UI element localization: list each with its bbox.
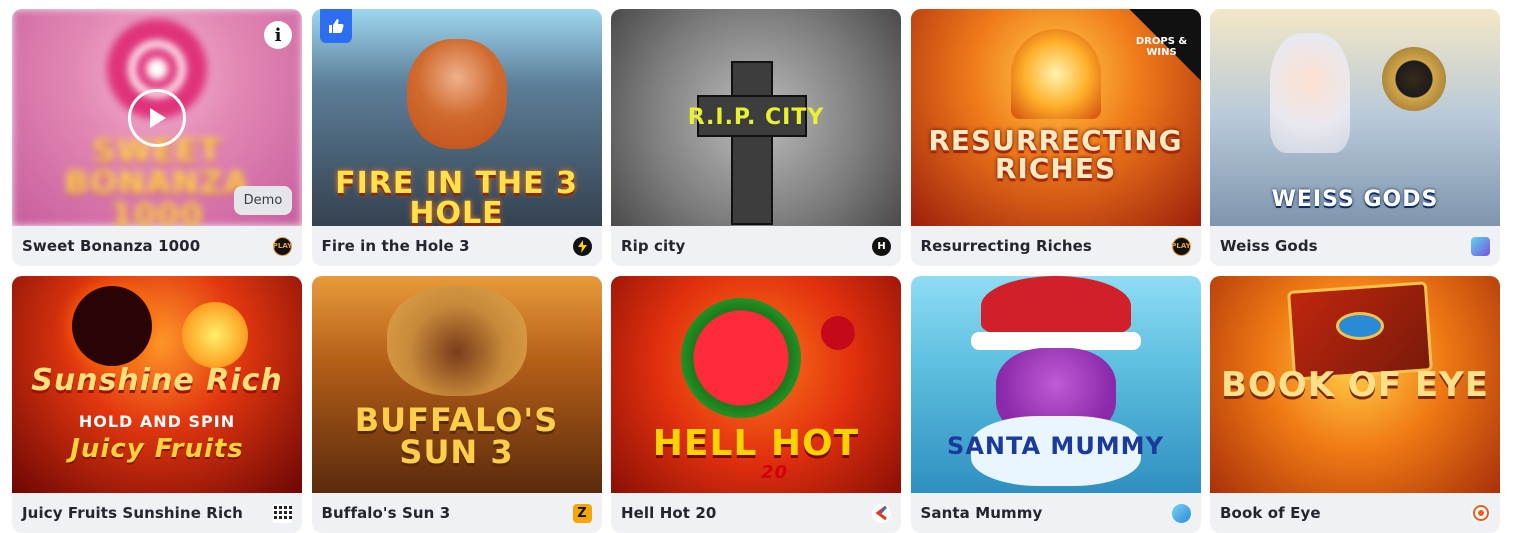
game-card-fire-in-the-hole-3[interactable]: FIRE IN THE 3 HOLE Fire in the Hole 3 <box>311 9 602 266</box>
leaf-icon <box>1171 503 1191 523</box>
game-card-hell-hot-20[interactable]: HELL HOT 20 Hell Hot 20 <box>611 276 901 533</box>
grid-dots-icon <box>273 503 292 523</box>
art-title: R.I.P. CITY <box>687 105 825 130</box>
game-name: Rip city <box>621 237 686 255</box>
game-name: Juicy Fruits Sunshine Rich <box>22 504 243 522</box>
game-name: Book of Eye <box>1220 504 1321 522</box>
game-thumbnail[interactable]: R.I.P. CITY <box>611 9 901 226</box>
game-thumbnail[interactable]: BUFFALO'S SUN 3 <box>311 276 602 493</box>
game-footer: Santa Mummy <box>911 493 1201 533</box>
art-subtitle-2: Juicy Fruits <box>70 434 244 464</box>
game-name: Weiss Gods <box>1220 237 1318 255</box>
thumbnail-art: R.I.P. CITY <box>611 9 901 226</box>
game-footer: Juicy Fruits Sunshine Rich <box>12 493 302 533</box>
play-icon <box>150 108 166 128</box>
thumbnail-art: HELL HOT 20 <box>611 276 901 493</box>
game-card-book-of-eye[interactable]: BOOK OF EYE Book of Eye <box>1210 276 1500 533</box>
game-name: Fire in the Hole 3 <box>321 237 470 255</box>
game-footer: Fire in the Hole 3 <box>312 226 602 266</box>
game-card-rip-city[interactable]: R.I.P. CITY Rip city H <box>611 9 901 266</box>
game-footer: Weiss Gods <box>1210 226 1500 266</box>
game-name: Buffalo's Sun 3 <box>321 504 451 522</box>
demo-button[interactable]: Demo <box>234 186 292 215</box>
art-title: HELL HOT <box>652 423 860 464</box>
game-thumbnail[interactable]: SANTA MUMMY <box>910 276 1201 493</box>
play-n-go-icon: PLAY <box>273 236 292 256</box>
game-footer: Sweet Bonanza 1000 PLAY <box>12 226 302 266</box>
hacksaw-icon: H <box>872 236 891 256</box>
thumbnail-art: WEISS GODS <box>1210 9 1500 226</box>
lightning-icon <box>572 236 592 256</box>
game-card-santa-mummy[interactable]: SANTA MUMMY Santa Mummy <box>910 276 1201 533</box>
play-n-go-icon: PLAY <box>1171 236 1191 256</box>
art-title: BOOK OF EYE <box>1221 365 1489 405</box>
art-title: BUFFALO'S SUN 3 <box>354 401 559 471</box>
thumbnail-art: Sunshine Rich HOLD AND SPIN Juicy Fruits <box>12 276 302 493</box>
thumbs-up-icon <box>328 19 344 33</box>
game-thumbnail[interactable]: Sunshine Rich HOLD AND SPIN Juicy Fruits <box>12 276 302 493</box>
game-name: Resurrecting Riches <box>920 237 1092 255</box>
game-name: Hell Hot 20 <box>621 504 717 522</box>
like-badge <box>319 9 352 43</box>
layers-icon <box>1471 236 1490 256</box>
art-title: RESURRECTING RICHES <box>928 124 1183 185</box>
game-footer: Buffalo's Sun 3 Z <box>312 493 602 533</box>
play-button[interactable] <box>128 89 186 147</box>
game-thumbnail[interactable]: FIRE IN THE 3 HOLE <box>311 9 602 227</box>
art-title: FIRE IN THE 3 HOLE <box>335 166 578 227</box>
game-thumbnail[interactable]: SWEET BONANZA 1000 i Demo <box>12 9 302 226</box>
info-icon[interactable]: i <box>264 21 292 49</box>
game-card-resurrecting-riches[interactable]: RESURRECTING RICHES DROPS & WINS Resurre… <box>910 9 1201 266</box>
game-card-buffalos-sun-3[interactable]: BUFFALO'S SUN 3 Buffalo's Sun 3 Z <box>311 276 602 533</box>
game-name: Santa Mummy <box>920 504 1043 522</box>
art-title: Sunshine Rich <box>31 363 283 398</box>
game-thumbnail[interactable]: HELL HOT 20 <box>611 276 901 493</box>
art-title: WEISS GODS <box>1271 187 1439 212</box>
art-subtitle: 20 <box>761 462 789 483</box>
z-icon: Z <box>572 503 592 523</box>
drops-and-wins-badge: DROPS & WINS <box>1128 9 1201 81</box>
game-thumbnail[interactable]: BOOK OF EYE <box>1210 276 1500 493</box>
game-thumbnail[interactable]: WEISS GODS <box>1210 9 1500 226</box>
endorphina-icon <box>872 503 891 523</box>
art-title: SANTA MUMMY <box>947 432 1164 460</box>
games-grid: SWEET BONANZA 1000 i Demo Sweet Bonanza … <box>12 9 1500 533</box>
game-footer: Resurrecting Riches PLAY <box>911 226 1201 266</box>
badge-label: DROPS & WINS <box>1135 36 1188 58</box>
art-subtitle: HOLD AND SPIN <box>78 412 236 431</box>
game-footer: Book of Eye <box>1210 493 1500 533</box>
game-name: Sweet Bonanza 1000 <box>22 237 201 255</box>
game-footer: Hell Hot 20 <box>611 493 901 533</box>
game-thumbnail[interactable]: RESURRECTING RICHES DROPS & WINS <box>910 9 1201 226</box>
game-footer: Rip city H <box>611 226 901 266</box>
game-card-weiss-gods[interactable]: WEISS GODS Weiss Gods <box>1210 9 1500 266</box>
thumbnail-art: SANTA MUMMY <box>910 276 1201 493</box>
thumbnail-art: FIRE IN THE 3 HOLE <box>311 9 602 227</box>
thumbnail-art: BOOK OF EYE <box>1210 276 1500 493</box>
game-card-sweet-bonanza-1000[interactable]: SWEET BONANZA 1000 i Demo Sweet Bonanza … <box>12 9 302 266</box>
thumbnail-art: BUFFALO'S SUN 3 <box>311 276 602 493</box>
target-icon <box>1471 503 1490 523</box>
game-card-juicy-fruits-sunshine-rich[interactable]: Sunshine Rich HOLD AND SPIN Juicy Fruits… <box>12 276 302 533</box>
